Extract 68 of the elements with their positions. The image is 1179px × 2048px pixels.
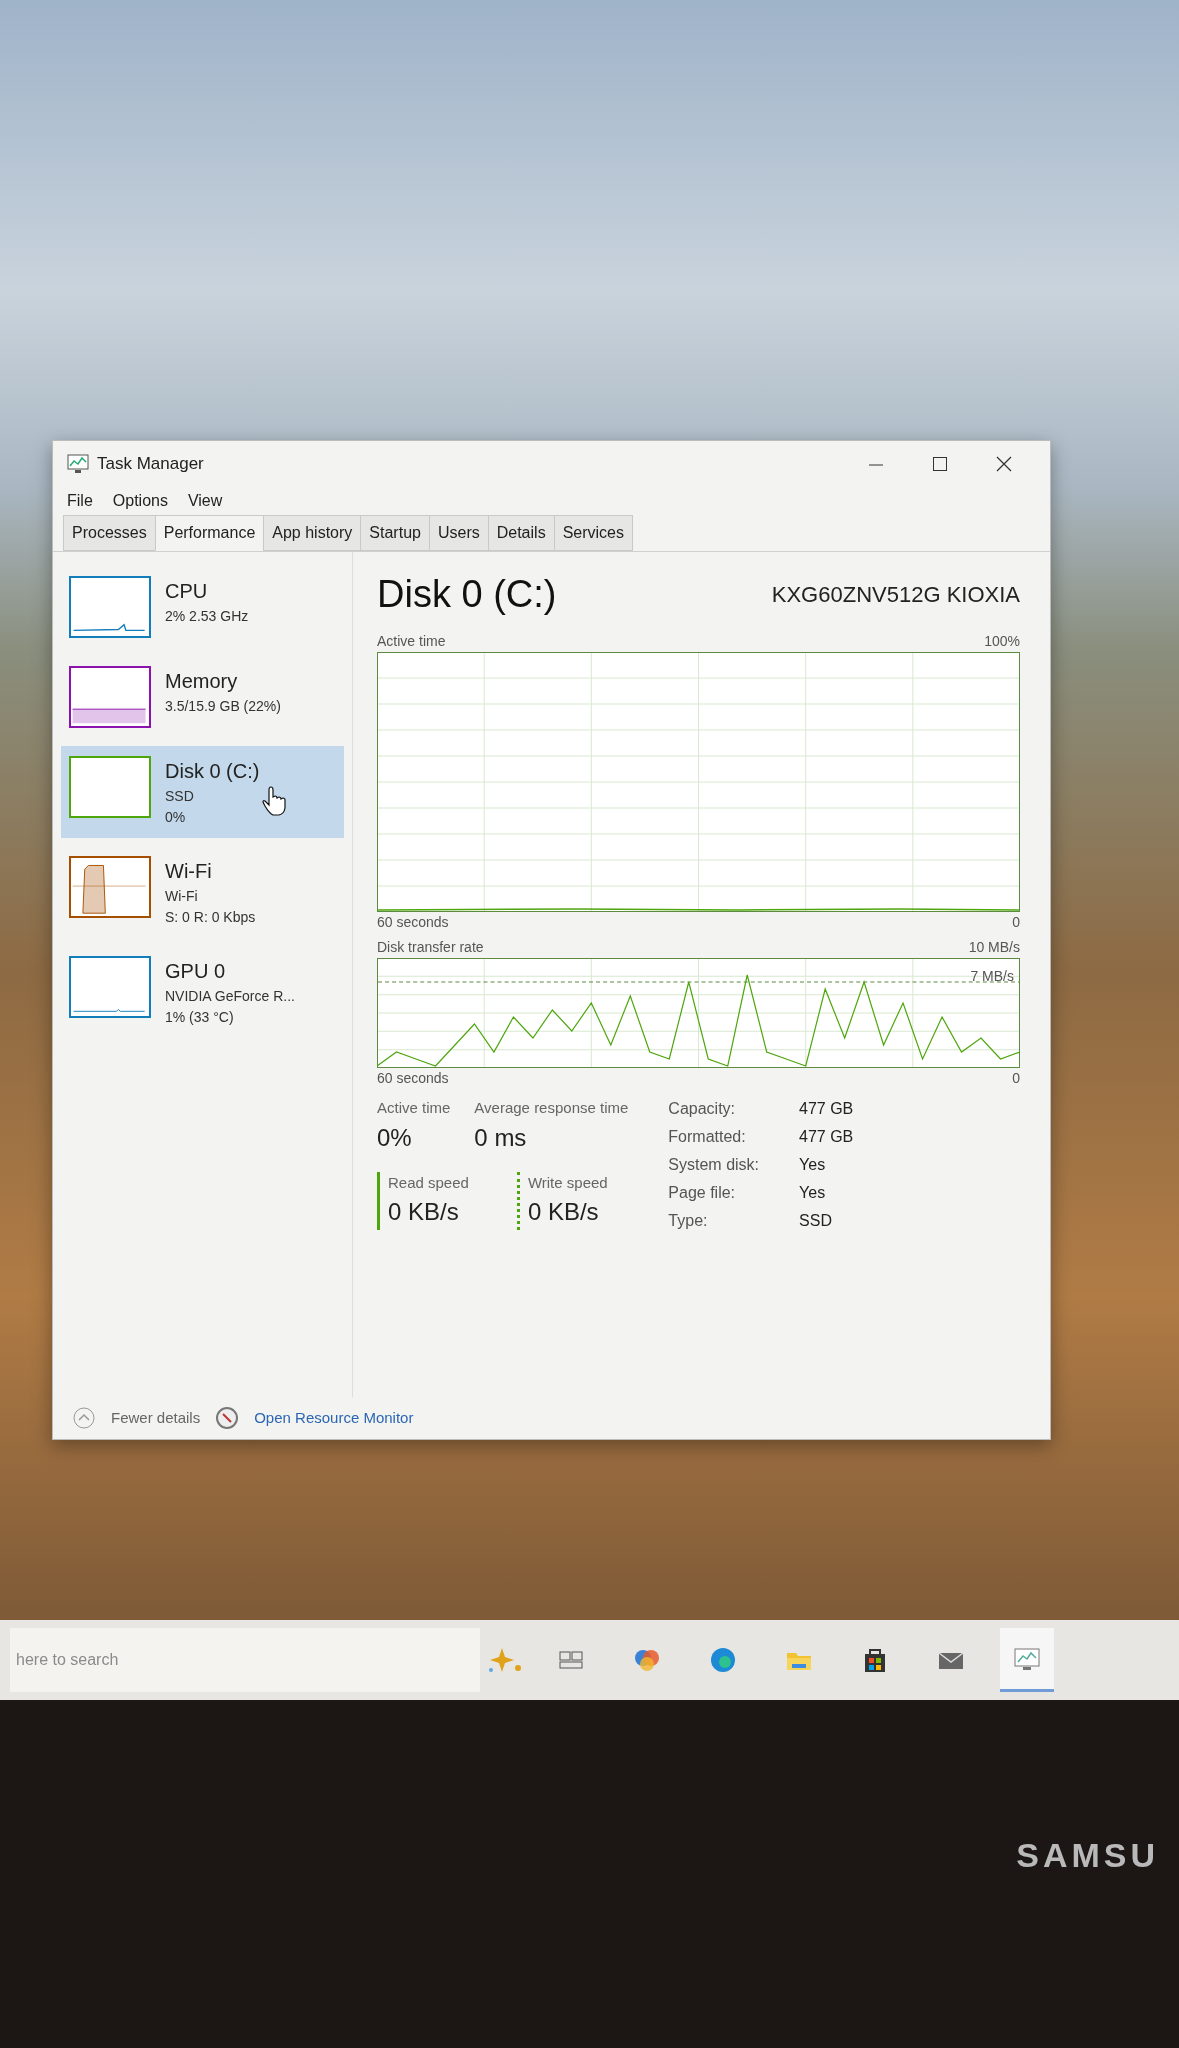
open-resource-monitor-link[interactable]: Open Resource Monitor bbox=[254, 1406, 414, 1429]
property-value: SSD bbox=[799, 1211, 833, 1231]
sidebar-item[interactable]: GPU 0 NVIDIA GeForce R... 1% (33 °C) bbox=[61, 946, 344, 1038]
window-title: Task Manager bbox=[97, 453, 204, 476]
property-label: Capacity: bbox=[668, 1099, 737, 1119]
graph-span-label: 60 seconds bbox=[377, 913, 449, 932]
menu-item[interactable]: View bbox=[177, 487, 233, 515]
item-name: CPU bbox=[165, 579, 209, 604]
tab[interactable]: Services bbox=[553, 515, 633, 551]
item-detail: NVIDIA GeForce R... bbox=[165, 987, 295, 1006]
graph-min-label: 0 bbox=[1012, 1069, 1020, 1088]
property-value: 477 GB bbox=[799, 1099, 854, 1119]
gauge-icon[interactable] bbox=[216, 1406, 239, 1429]
browser-icon bbox=[708, 1645, 738, 1675]
tab[interactable]: Processes bbox=[63, 515, 156, 551]
disk-title: Disk 0 (C:) bbox=[377, 572, 557, 617]
stat-label: Average response time bbox=[474, 1098, 629, 1118]
graph-max-label: 100% bbox=[984, 632, 1020, 651]
property-value: Yes bbox=[799, 1183, 827, 1203]
sidebar-item[interactable]: Disk 0 (C:) SSD 0% bbox=[61, 746, 344, 838]
sidebar-item[interactable]: CPU 2% 2.53 GHz bbox=[61, 566, 344, 648]
tab[interactable]: App history bbox=[263, 515, 362, 551]
sidebar-item[interactable]: Memory 3.5/15.9 GB (22%) bbox=[61, 656, 344, 738]
item-name: GPU 0 bbox=[165, 959, 227, 984]
sparkle-icon bbox=[488, 1646, 522, 1674]
search-field[interactable]: here to search bbox=[10, 1628, 480, 1692]
monitor-brand-logo: SAMSU bbox=[1016, 1835, 1159, 1876]
item-name: Disk 0 (C:) bbox=[165, 759, 260, 784]
stat-value: 0% bbox=[377, 1122, 413, 1153]
stat-value: 0 KB/s bbox=[388, 1197, 460, 1227]
graph-span-label: 60 seconds bbox=[377, 1069, 449, 1088]
fewer-details-link[interactable]: Fewer details bbox=[111, 1406, 201, 1429]
property-label: Type: bbox=[668, 1211, 709, 1231]
property-label: Page file: bbox=[668, 1183, 737, 1203]
stat-value: 0 ms bbox=[474, 1122, 528, 1153]
item-detail: Wi-Fi bbox=[165, 887, 199, 906]
graph-max-label: 10 MB/s bbox=[968, 938, 1020, 957]
item-detail: SSD bbox=[165, 787, 195, 806]
pointer-hand-icon bbox=[261, 786, 287, 816]
graph-marker-label: 7 MB/s bbox=[970, 967, 1014, 986]
item-detail: S: 0 R: 0 Kbps bbox=[165, 908, 256, 927]
item-detail: 1% (33 °C) bbox=[165, 1008, 235, 1027]
item-detail: 3.5/15.9 GB (22%) bbox=[165, 697, 281, 716]
item-name: Memory bbox=[165, 669, 239, 694]
tab[interactable]: Startup bbox=[360, 515, 430, 551]
stat-label: Read speed bbox=[388, 1172, 469, 1193]
sidebar-item[interactable]: Wi-Fi Wi-Fi S: 0 R: 0 Kbps bbox=[61, 846, 344, 938]
property-value: 477 GB bbox=[799, 1127, 854, 1147]
property-value: Yes bbox=[799, 1155, 827, 1175]
property-label: System disk: bbox=[668, 1155, 760, 1175]
item-name: Wi-Fi bbox=[165, 859, 213, 884]
tab[interactable]: Users bbox=[428, 515, 489, 551]
monitor-graph-icon bbox=[67, 454, 89, 474]
stat-label: Write speed bbox=[527, 1172, 608, 1193]
property-label: Formatted: bbox=[668, 1127, 747, 1147]
stat-value: 0 KB/s bbox=[527, 1197, 600, 1227]
disk-model: KXG60ZNV512G KIOXIA bbox=[771, 581, 1020, 609]
graph-label: Active time bbox=[377, 632, 446, 651]
menu-item[interactable]: File bbox=[57, 487, 103, 515]
menu-item[interactable]: Options bbox=[102, 487, 178, 515]
item-detail: 0% bbox=[165, 808, 187, 827]
graph-label: Disk transfer rate bbox=[377, 938, 484, 957]
tab[interactable]: Details bbox=[487, 515, 555, 551]
stat-label: Active time bbox=[377, 1098, 451, 1118]
tab[interactable]: Performance bbox=[154, 515, 265, 551]
graph-min-label: 0 bbox=[1012, 913, 1020, 932]
collapse-chevron-icon[interactable] bbox=[73, 1406, 95, 1429]
item-detail: 2% 2.53 GHz bbox=[165, 607, 249, 626]
